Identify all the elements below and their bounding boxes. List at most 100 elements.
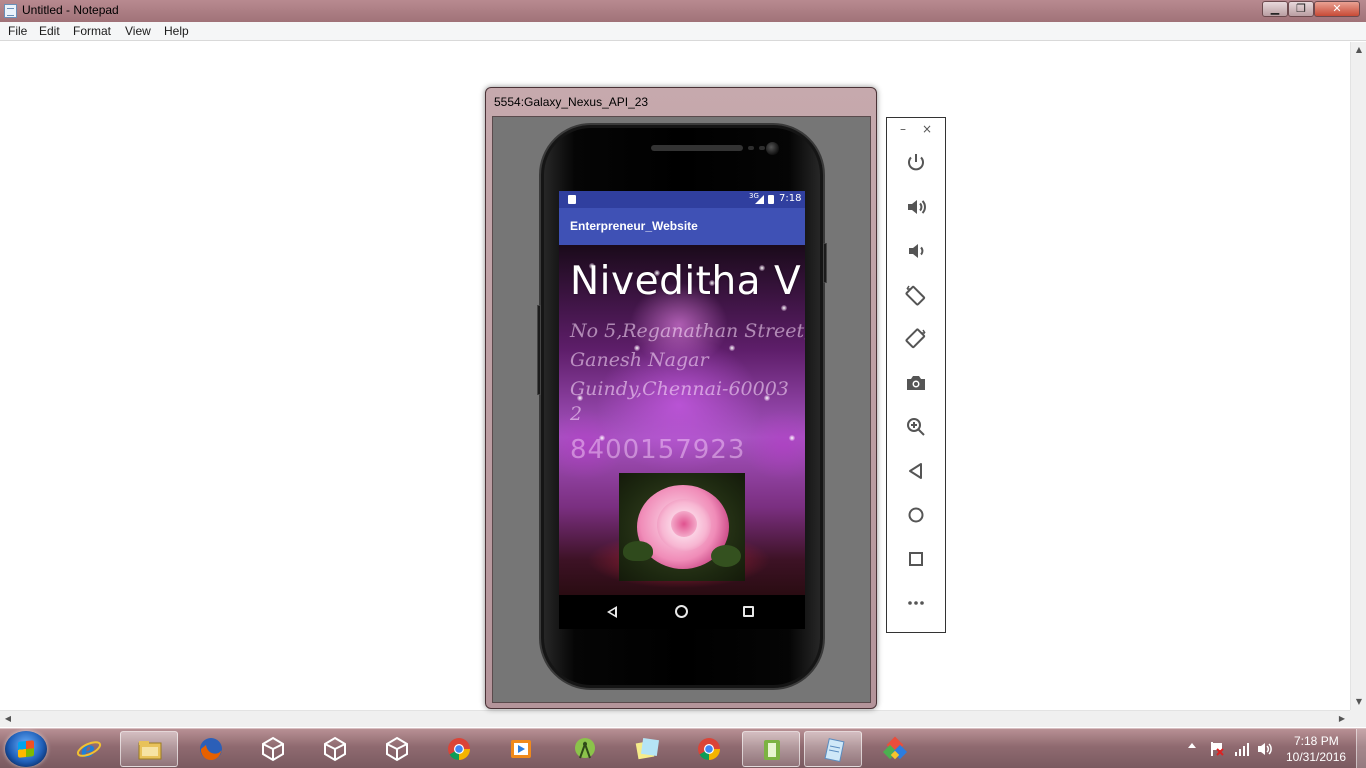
earpiece-speaker xyxy=(651,145,743,151)
taskbar-media-player[interactable] xyxy=(492,731,550,767)
horizontal-scrollbar[interactable]: ◀ ▶ xyxy=(0,710,1350,727)
taskbar-tool[interactable] xyxy=(866,731,924,767)
network-icon[interactable] xyxy=(1234,741,1250,757)
internet-explorer-icon: e xyxy=(76,737,102,762)
signal-icon xyxy=(755,195,764,204)
light-sensor xyxy=(759,146,765,150)
unity-icon xyxy=(262,736,284,762)
show-desktop-button[interactable] xyxy=(1356,729,1366,768)
vertical-scrollbar[interactable]: ▲ ▼ xyxy=(1350,42,1366,710)
menu-file[interactable]: File xyxy=(8,24,27,38)
address-line-1: No 5,Reganathan Street, xyxy=(570,320,805,342)
power-icon[interactable] xyxy=(904,151,928,175)
taskbar-sticky-notes[interactable] xyxy=(618,731,676,767)
menu-bar: File Edit Format View Help xyxy=(0,22,1366,41)
address-line-2: Ganesh Nagar xyxy=(570,349,709,371)
phone-screen[interactable]: 3G 7:18 Enterpreneur_Website Niveditha V… xyxy=(559,191,805,629)
taskbar-internet-explorer[interactable]: e xyxy=(60,731,118,767)
status-time: 7:18 xyxy=(779,193,802,204)
android-emulator-icon xyxy=(764,740,780,760)
nav-recents-icon[interactable] xyxy=(743,606,754,617)
taskbar-unity-3[interactable] xyxy=(368,731,426,767)
phone-frame: 3G 7:18 Enterpreneur_Website Niveditha V… xyxy=(537,123,827,690)
windows-logo-icon xyxy=(18,740,34,758)
rose-image xyxy=(619,473,745,581)
scroll-down-icon[interactable]: ▼ xyxy=(1351,694,1366,710)
scroll-right-icon[interactable]: ▶ xyxy=(1334,711,1350,727)
toolbar-minimize-button[interactable]: – xyxy=(900,122,906,136)
sticky-notes-icon xyxy=(635,737,660,760)
svg-text:e: e xyxy=(81,737,95,762)
close-button[interactable]: ✕ xyxy=(1314,1,1360,17)
unity-icon xyxy=(386,736,408,762)
notepad-icon xyxy=(824,738,845,763)
rotate-right-icon[interactable] xyxy=(904,327,928,351)
home-icon[interactable] xyxy=(904,503,928,527)
front-camera-icon xyxy=(766,142,779,155)
scroll-left-icon[interactable]: ◀ xyxy=(0,711,16,727)
address-line-3: Guindy,Chennai-60003 xyxy=(570,378,789,400)
sd-card-icon xyxy=(568,195,576,204)
battery-icon xyxy=(768,195,774,204)
nav-home-icon[interactable] xyxy=(675,605,688,618)
taskbar-chrome-1[interactable] xyxy=(430,731,488,767)
taskbar-android-emulator[interactable] xyxy=(742,731,800,767)
tool-icon xyxy=(882,736,908,760)
taskbar-file-explorer[interactable] xyxy=(120,731,178,767)
emulator-title: 5554:Galaxy_Nexus_API_23 xyxy=(494,95,649,109)
rotate-left-icon[interactable] xyxy=(904,283,928,307)
menu-view[interactable]: View xyxy=(125,24,151,38)
zoom-icon[interactable] xyxy=(904,415,928,439)
volume-down-icon[interactable] xyxy=(904,239,928,263)
taskbar-unity-2[interactable] xyxy=(306,731,364,767)
background-image: Niveditha V No 5,Reganathan Street, Gane… xyxy=(559,245,805,595)
clock-time[interactable]: 7:18 PM xyxy=(1294,734,1339,748)
proximity-sensor xyxy=(748,146,754,150)
action-center-flag-icon[interactable] xyxy=(1209,741,1225,757)
start-button[interactable] xyxy=(5,731,47,767)
window-title: Untitled - Notepad xyxy=(22,3,119,17)
menu-help[interactable]: Help xyxy=(164,24,189,38)
file-explorer-icon xyxy=(138,741,162,760)
nav-back-icon[interactable] xyxy=(607,606,617,618)
notepad-icon xyxy=(4,4,17,18)
firefox-icon xyxy=(200,738,222,761)
minimize-button[interactable]: ▁ xyxy=(1262,1,1288,17)
menu-edit[interactable]: Edit xyxy=(39,24,60,38)
volume-rocker xyxy=(823,243,827,283)
more-icon[interactable] xyxy=(904,591,928,615)
camera-icon[interactable] xyxy=(904,371,928,395)
emulator-window: 5554:Galaxy_Nexus_API_23 3G 7:18 Enterpr… xyxy=(485,87,877,709)
volume-up-icon[interactable] xyxy=(904,195,928,219)
menu-format[interactable]: Format xyxy=(73,24,111,38)
emulator-toolbar: – × xyxy=(886,117,946,633)
phone-number: 8400157923 xyxy=(570,435,746,465)
app-title: Enterpreneur_Website xyxy=(570,219,698,233)
android-studio-icon xyxy=(575,738,595,759)
unity-icon xyxy=(324,736,346,762)
scroll-up-icon[interactable]: ▲ xyxy=(1351,42,1366,58)
volume-icon[interactable] xyxy=(1257,741,1273,757)
android-nav-bar xyxy=(559,595,805,629)
maximize-button[interactable]: ❐ xyxy=(1288,1,1314,17)
windows-taskbar: e 7:18 PM 10/31/2016 xyxy=(0,728,1366,768)
side-button xyxy=(537,305,541,395)
media-player-icon xyxy=(511,740,531,758)
taskbar-firefox[interactable] xyxy=(182,731,240,767)
clock-date[interactable]: 10/31/2016 xyxy=(1286,750,1346,764)
address-line-4: 2 xyxy=(570,403,583,425)
chrome-icon xyxy=(448,738,470,760)
taskbar-unity-1[interactable] xyxy=(244,731,302,767)
back-icon[interactable] xyxy=(904,459,928,483)
scrollbar-corner xyxy=(1350,710,1366,727)
taskbar-android-studio[interactable] xyxy=(556,731,614,767)
notepad-titlebar[interactable]: Untitled - Notepad ▁ ❐ ✕ xyxy=(0,0,1366,22)
app-bar: Enterpreneur_Website xyxy=(559,208,805,245)
profile-name: Niveditha V xyxy=(570,259,802,304)
android-status-bar: 3G 7:18 xyxy=(559,191,805,208)
taskbar-notepad[interactable] xyxy=(804,731,862,767)
show-hidden-icons-icon[interactable] xyxy=(1188,743,1196,748)
toolbar-close-button[interactable]: × xyxy=(922,122,932,136)
taskbar-chrome-2[interactable] xyxy=(680,731,738,767)
overview-icon[interactable] xyxy=(904,547,928,571)
